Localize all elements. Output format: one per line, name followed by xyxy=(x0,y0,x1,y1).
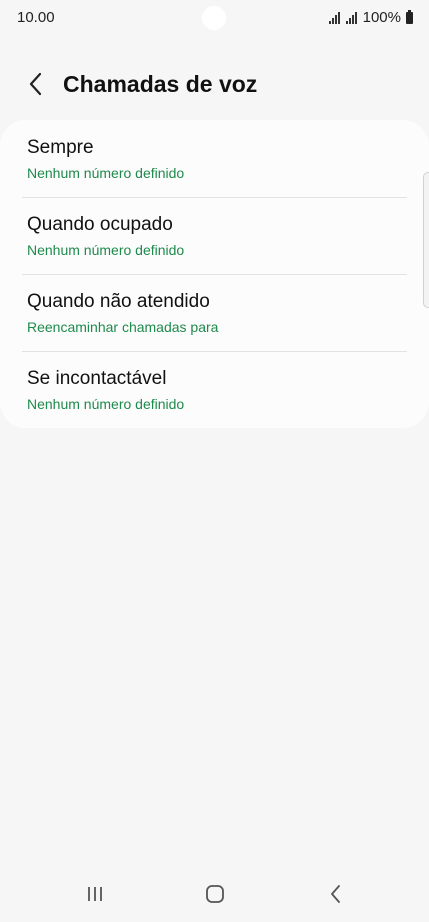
signal-icon xyxy=(345,11,357,24)
scroll-indicator[interactable] xyxy=(423,172,429,308)
home-button[interactable] xyxy=(201,882,229,906)
status-bar: 10.00 100% xyxy=(0,0,429,36)
recent-apps-button[interactable] xyxy=(81,882,109,906)
app-header: Chamadas de voz xyxy=(0,64,429,104)
list-item-quando-ocupado[interactable]: Quando ocupado Nenhum número definido xyxy=(0,197,429,274)
item-title: Quando ocupado xyxy=(27,214,173,235)
status-icons: 100% xyxy=(328,9,413,26)
list-item-se-incontactavel[interactable]: Se incontactável Nenhum número definido xyxy=(0,351,429,428)
item-subtitle: Nenhum número definido xyxy=(27,165,185,181)
settings-card: Sempre Nenhum número definido Quando ocu… xyxy=(0,120,429,428)
item-title: Sempre xyxy=(27,137,94,158)
battery-icon xyxy=(406,9,413,24)
item-subtitle: Nenhum número definido xyxy=(27,396,185,412)
nav-back-button[interactable] xyxy=(322,882,350,906)
item-subtitle: Reencaminhar chamadas para xyxy=(27,319,219,335)
list-item-quando-nao-atendido[interactable]: Quando não atendido Reencaminhar chamada… xyxy=(0,274,429,351)
list-item-sempre[interactable]: Sempre Nenhum número definido xyxy=(0,120,429,197)
item-title: Quando não atendido xyxy=(27,291,210,312)
signal-icon xyxy=(328,11,340,24)
battery-percentage: 100% xyxy=(362,9,401,26)
camera-cutout xyxy=(202,6,226,30)
back-button[interactable] xyxy=(22,68,50,100)
home-icon xyxy=(206,885,224,903)
page-title: Chamadas de voz xyxy=(63,71,258,97)
item-title: Se incontactável xyxy=(27,368,167,389)
navigation-bar xyxy=(0,866,429,922)
item-subtitle: Nenhum número definido xyxy=(27,242,185,258)
chevron-left-icon xyxy=(29,72,42,96)
status-time: 10.00 xyxy=(17,9,55,26)
back-icon xyxy=(331,885,340,903)
recent-apps-icon xyxy=(88,887,102,901)
